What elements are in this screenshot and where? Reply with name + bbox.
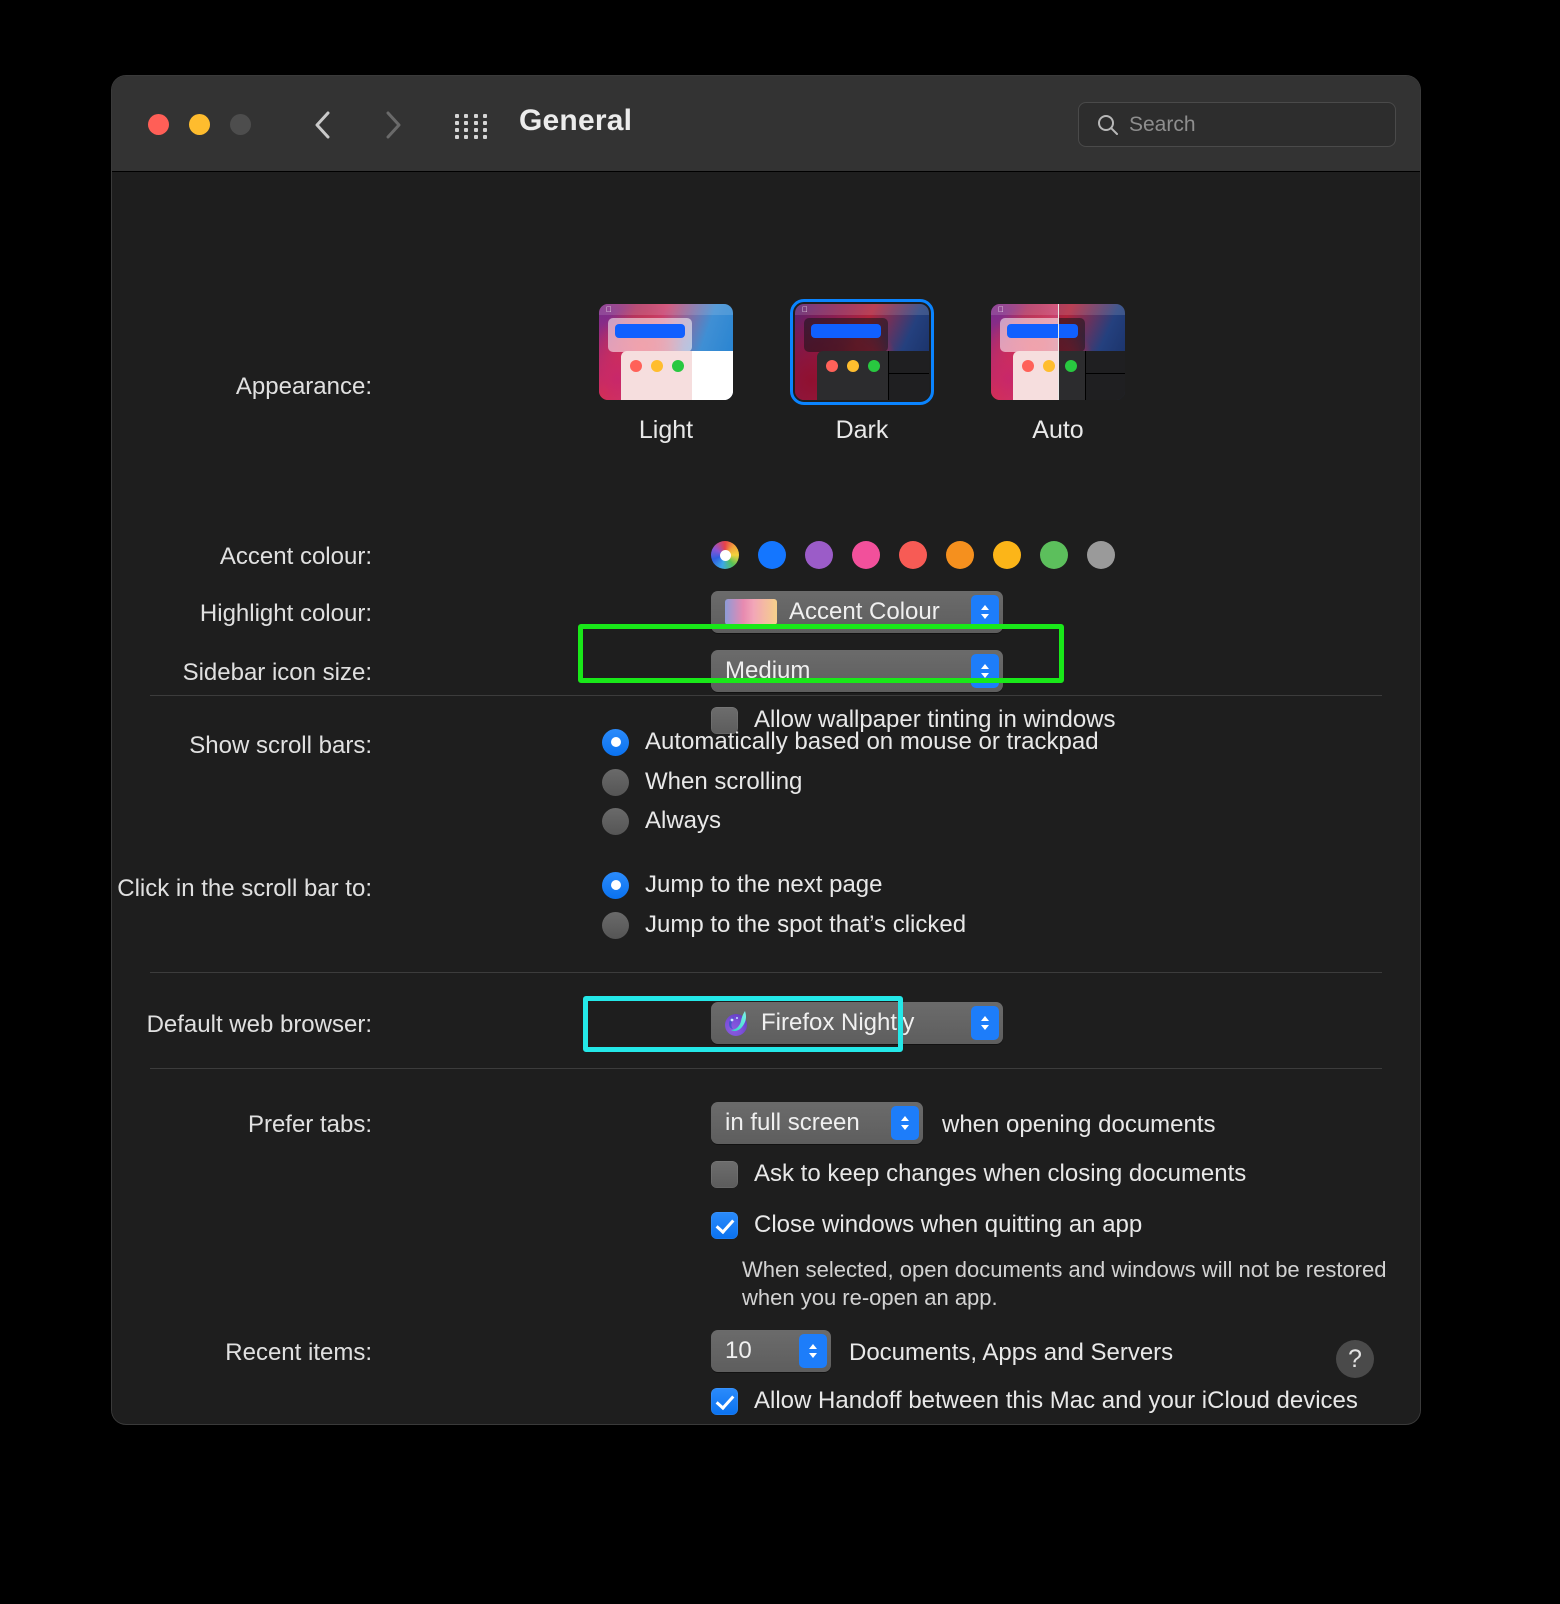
sidebar-icon-size-label: Sidebar icon size: [182, 659, 372, 686]
sidebar-icon-size-select[interactable]: Medium [711, 650, 1003, 692]
scrollbar-option-always[interactable]: Always [602, 807, 721, 835]
close-windows-quitting-label: Close windows when quitting an app [754, 1211, 1143, 1238]
accent-colour-swatches [711, 541, 1115, 569]
chevron-updown-icon[interactable] [891, 1106, 919, 1140]
default-web-browser-value: Firefox Nightly [761, 1009, 915, 1036]
click-scroll-radio-next-page[interactable] [602, 871, 629, 899]
appearance-options:  Light  [599, 299, 1125, 445]
click-scroll-bar-label: Click in the scroll bar to: [117, 875, 372, 902]
help-button[interactable]: ? [1336, 1340, 1374, 1378]
accent-swatch-purple[interactable] [805, 541, 833, 569]
chevron-updown-icon[interactable] [971, 1006, 999, 1040]
recent-items-suffix: Documents, Apps and Servers [849, 1339, 1174, 1366]
search-input[interactable] [1129, 112, 1359, 137]
chevron-left-icon [315, 111, 330, 139]
ask-keep-changes-row[interactable]: Ask to keep changes when closing documen… [711, 1160, 1246, 1188]
default-web-browser-select[interactable]: Firefox Nightly [711, 1002, 1003, 1044]
scrollbar-option-auto[interactable]: Automatically based on mouse or trackpad [602, 728, 1099, 756]
click-scroll-option-next-page-label: Jump to the next page [645, 871, 883, 898]
page-title: General [519, 104, 633, 137]
appearance-option-dark[interactable]:  Dark [790, 299, 934, 445]
recent-items-stepper[interactable]: 10 [711, 1330, 831, 1372]
divider-1 [150, 695, 1382, 696]
traffic-light-group [148, 114, 251, 135]
sidebar-icon-size-value: Medium [725, 657, 811, 684]
chevron-updown-icon[interactable] [799, 1334, 827, 1368]
appearance-thumbnail-auto[interactable]:   [991, 304, 1125, 400]
zoom-button[interactable] [230, 114, 251, 135]
search-icon [1098, 114, 1118, 135]
accent-swatch-blue[interactable] [758, 541, 786, 569]
scrollbar-radio-auto[interactable] [602, 728, 629, 756]
screen: General Appearance:  [0, 0, 1560, 1604]
recent-items-value: 10 [725, 1337, 752, 1364]
forward-button[interactable] [377, 108, 409, 142]
close-button[interactable] [148, 114, 169, 135]
divider-2 [150, 972, 1382, 973]
scrollbar-option-auto-label: Automatically based on mouse or trackpad [645, 728, 1099, 755]
minimize-button[interactable] [189, 114, 210, 135]
chevron-updown-icon[interactable] [971, 654, 999, 688]
accent-swatch-pink[interactable] [852, 541, 880, 569]
accent-swatch-red[interactable] [899, 541, 927, 569]
preferences-body: Appearance:  Light [112, 172, 1420, 1423]
highlight-colour-chip [725, 599, 777, 625]
ask-keep-changes-label: Ask to keep changes when closing documen… [754, 1160, 1247, 1187]
accent-swatch-orange[interactable] [946, 541, 974, 569]
appearance-label-auto: Auto [1032, 416, 1084, 444]
appearance-option-auto[interactable]:   [991, 304, 1125, 445]
close-windows-quitting-checkbox[interactable] [711, 1211, 738, 1239]
firefox-nightly-icon [721, 1008, 751, 1038]
chevron-updown-icon[interactable] [971, 595, 999, 629]
handoff-row[interactable]: Allow Handoff between this Mac and your … [711, 1387, 1358, 1415]
accent-swatch-green[interactable] [1040, 541, 1068, 569]
click-scroll-option-spot-clicked[interactable]: Jump to the spot that’s clicked [602, 911, 966, 939]
close-windows-note-line2: when you re-open an app. [742, 1285, 998, 1310]
close-windows-quitting-row[interactable]: Close windows when quitting an app [711, 1211, 1142, 1239]
appearance-label-light: Light [638, 416, 694, 444]
click-scroll-radio-spot-clicked[interactable] [602, 911, 629, 939]
search-field[interactable] [1078, 102, 1396, 147]
prefer-tabs-select[interactable]: in full screen [711, 1102, 923, 1144]
click-scroll-option-spot-clicked-label: Jump to the spot that’s clicked [645, 911, 967, 938]
default-web-browser-label: Default web browser: [146, 1011, 372, 1038]
scrollbar-radio-always[interactable] [602, 807, 629, 835]
prefer-tabs-value: in full screen [725, 1109, 860, 1136]
appearance-label: Appearance: [235, 373, 372, 400]
window-titlebar: General [112, 76, 1420, 172]
appearance-option-light[interactable]:  Light [599, 304, 733, 445]
accent-swatch-yellow[interactable] [993, 541, 1021, 569]
prefer-tabs-label: Prefer tabs: [247, 1111, 372, 1138]
appearance-thumbnail-dark[interactable]:  [790, 299, 934, 405]
highlight-colour-select[interactable]: Accent Colour [711, 591, 1003, 633]
highlight-colour-value: Accent Colour [789, 598, 940, 625]
accent-swatch-graphite[interactable] [1087, 541, 1115, 569]
scrollbar-option-when-scrolling[interactable]: When scrolling [602, 768, 802, 796]
scrollbar-radio-when-scrolling[interactable] [602, 768, 629, 796]
recent-items-label: Recent items: [225, 1339, 372, 1366]
divider-3 [150, 1068, 1382, 1069]
show-all-grid-icon[interactable] [455, 114, 489, 139]
click-scroll-option-next-page[interactable]: Jump to the next page [602, 871, 883, 899]
appearance-label-dark: Dark [835, 416, 889, 444]
firefox-nightly-glyph [725, 1011, 747, 1036]
show-scroll-bars-label: Show scroll bars: [189, 732, 372, 759]
ask-keep-changes-checkbox[interactable] [711, 1160, 738, 1188]
system-preferences-window: General Appearance:  [112, 76, 1420, 1424]
handoff-checkbox[interactable] [711, 1387, 738, 1415]
accent-colour-label: Accent colour: [219, 543, 372, 570]
scrollbar-option-when-scrolling-label: When scrolling [645, 768, 803, 795]
handoff-label: Allow Handoff between this Mac and your … [754, 1387, 1358, 1414]
scrollbar-option-always-label: Always [645, 807, 722, 834]
appearance-thumbnail-light[interactable]:  [599, 304, 733, 400]
back-button[interactable] [306, 108, 338, 142]
prefer-tabs-suffix: when opening documents [942, 1111, 1216, 1138]
chevron-right-icon [386, 111, 401, 139]
accent-swatch-multicolour[interactable] [711, 541, 739, 569]
close-windows-note-line1: When selected, open documents and window… [742, 1257, 1387, 1282]
highlight-colour-label: Highlight colour: [199, 600, 372, 627]
